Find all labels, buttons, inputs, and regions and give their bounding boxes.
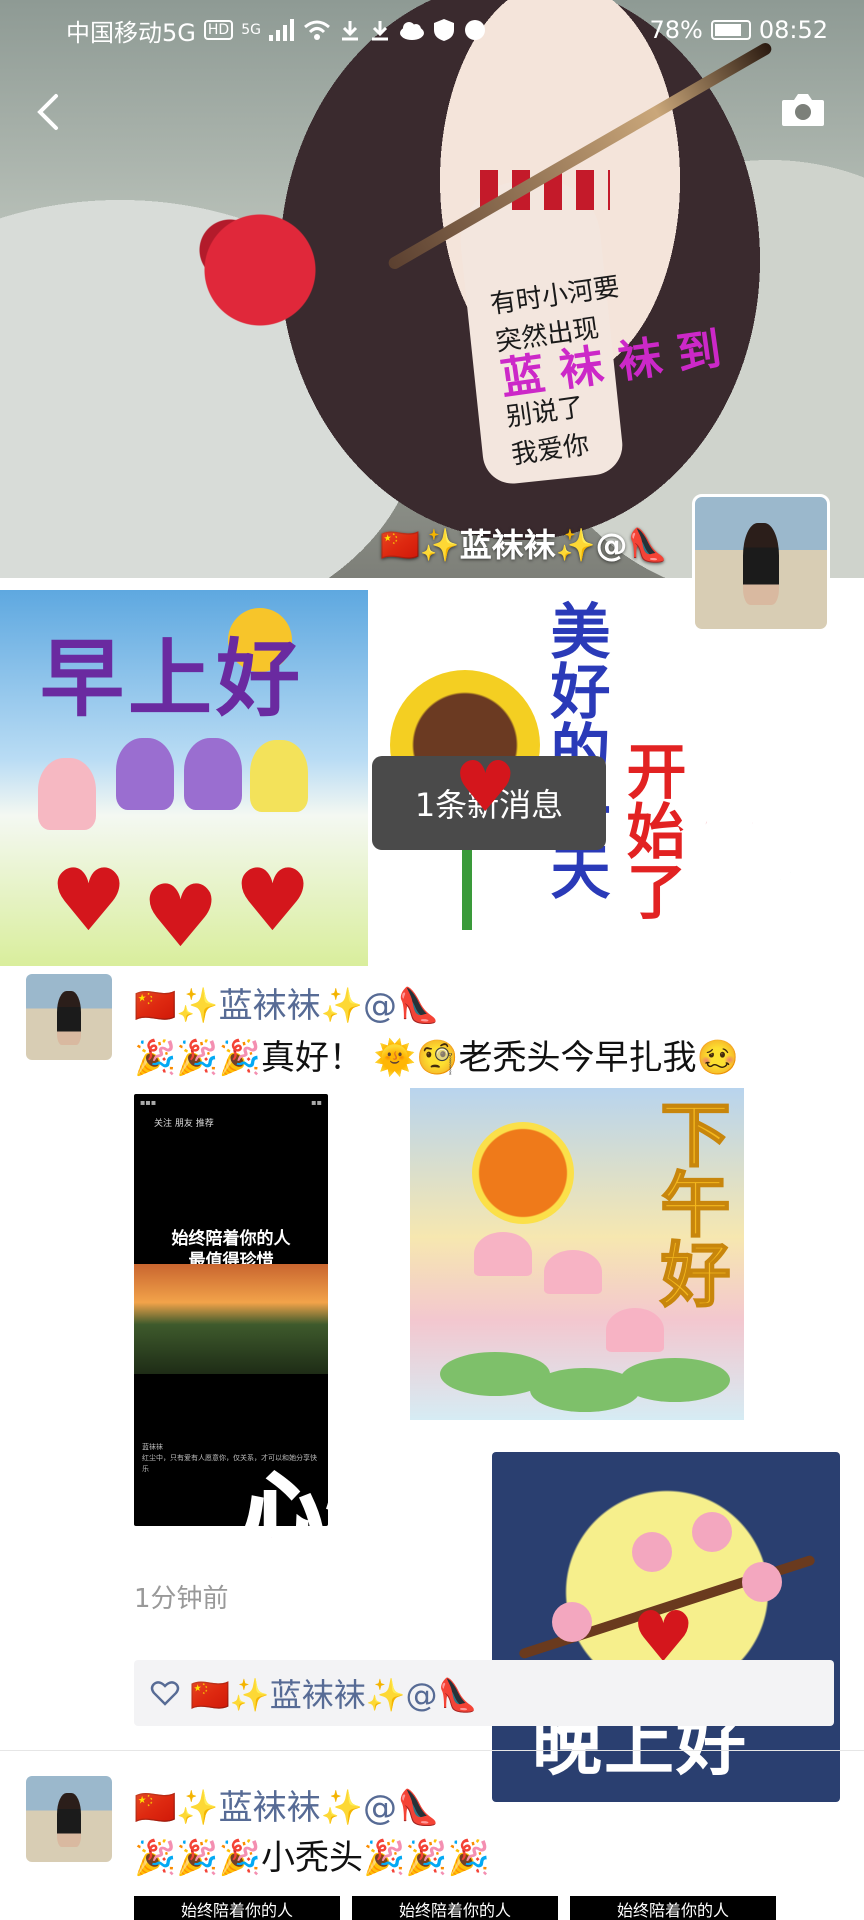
screenshot-tabs: 关注 朋友 推荐 (154, 1119, 214, 1129)
avatar-person-illustration (56, 1793, 82, 1847)
tulip-pink (38, 758, 96, 830)
liker-name[interactable]: 🇨🇳✨蓝袜袜✨@👠 (190, 1670, 477, 1716)
post-text: 🎉🎉🎉真好！ 🌞🧐老秃头今早扎我🥴 (134, 1038, 739, 1078)
camera-icon (782, 94, 824, 126)
sticker-begin-text: 开始了 (616, 740, 686, 920)
likes-bar: 🇨🇳✨蓝袜袜✨@👠 (134, 1660, 834, 1726)
sticker-good-morning[interactable]: 早上好 ♥ ♥ ♥ (0, 590, 368, 966)
sticker-cheer[interactable]: 加油 么哒 (679, 740, 864, 940)
sticker-good-afternoon-text: 下午好 (648, 1097, 732, 1309)
sticker-good-afternoon[interactable]: 下午好 (410, 1088, 744, 1420)
sticker-wonderful-day-text: 美好的一天 (540, 600, 610, 900)
lotus-illustration-3 (606, 1308, 664, 1352)
sticker-mood[interactable]: 心情 萌萌达 (238, 1448, 538, 1680)
signal-icon (268, 19, 294, 41)
sunflower-heart-icon: ♥ (454, 746, 517, 828)
post-text: 🎉🎉🎉小秃头🎉🎉🎉 (134, 1838, 491, 1878)
cover-image[interactable]: 有时小河要 突然出现 蓝 袜 袜 到 别说了 我爱你 (0, 0, 864, 578)
hd-badge: HD (203, 20, 234, 40)
lotus-illustration-2 (544, 1250, 602, 1294)
sticker-mood-text: 心情 (242, 1464, 413, 1558)
battery-icon (710, 20, 751, 40)
post-timestamp: 1分钟前 (134, 1584, 229, 1614)
post-image-grid: 始终陪着你的人 始终陪着你的人 始终陪着你的人 (134, 1896, 864, 1920)
clock: 08:52 (758, 16, 828, 44)
signal-label: 5G (241, 22, 261, 38)
cover-poem: 有时小河要 突然出现 蓝 袜 袜 到 别说了 我爱你 (488, 255, 734, 474)
tulip-yellow (250, 740, 308, 812)
screenshot-headline-line1: 始终陪着你的人 (171, 1229, 291, 1249)
blossom-3 (692, 1512, 732, 1552)
blossom-2 (632, 1532, 672, 1572)
sun-illustration (472, 1122, 574, 1224)
back-button[interactable] (24, 86, 76, 138)
sticker-good-morning-text: 早上好 (40, 629, 305, 728)
heart-outline-icon (150, 1681, 180, 1706)
heart-icon-2: ♥ (142, 867, 220, 966)
owner-name[interactable]: 🇨🇳✨蓝袜袜✨@👠 (380, 520, 667, 566)
tulip-purple (116, 738, 174, 810)
download-icon (341, 21, 358, 41)
sticker-cheer-text: 加油 (679, 764, 810, 841)
sticker-mood-subtext: 萌萌达 (250, 1573, 486, 1663)
sticker-cheer-subtext: 么哒 (705, 843, 825, 927)
chevron-left-icon (37, 94, 58, 130)
app-status-icon (464, 20, 485, 40)
cloud-icon (399, 22, 424, 40)
wifi-icon (303, 20, 330, 40)
post-author-name[interactable]: 🇨🇳✨蓝袜袜✨@👠 (134, 978, 439, 1027)
screenshot-sunset-scene (134, 1264, 328, 1374)
heart-icon-3: ♥ (234, 851, 312, 951)
post-image-thumb[interactable]: 始终陪着你的人 (570, 1896, 776, 1920)
camera-button[interactable] (780, 92, 826, 128)
heart-icon: ♥ (50, 851, 128, 951)
lily-pad-3 (620, 1358, 730, 1402)
post-image-thumb[interactable]: 始终陪着你的人 (352, 1896, 558, 1920)
battery-percent: 78% (649, 16, 703, 44)
blossom (552, 1602, 592, 1642)
download-icon-2 (371, 21, 388, 41)
post-avatar[interactable] (26, 974, 112, 1060)
screenshot-status-bar: ▪▪▪ ▪▪ (140, 1098, 322, 1107)
avatar-person-illustration (742, 523, 780, 606)
avatar-person-illustration (56, 991, 82, 1045)
post-avatar[interactable] (26, 1776, 112, 1862)
lotus-illustration (474, 1232, 532, 1276)
post-author-name[interactable]: 🇨🇳✨蓝袜袜✨@👠 (134, 1780, 439, 1829)
blossom-4 (742, 1562, 782, 1602)
status-bar: 中国移动5G HD 5G 78% 08:52 (0, 0, 864, 60)
post-image-thumb[interactable]: 始终陪着你的人 (134, 1896, 340, 1920)
carrier-label: 中国移动5G (66, 18, 196, 47)
shield-icon (433, 19, 454, 41)
post-divider (0, 1750, 864, 1751)
tulip-purple-2 (184, 738, 242, 810)
